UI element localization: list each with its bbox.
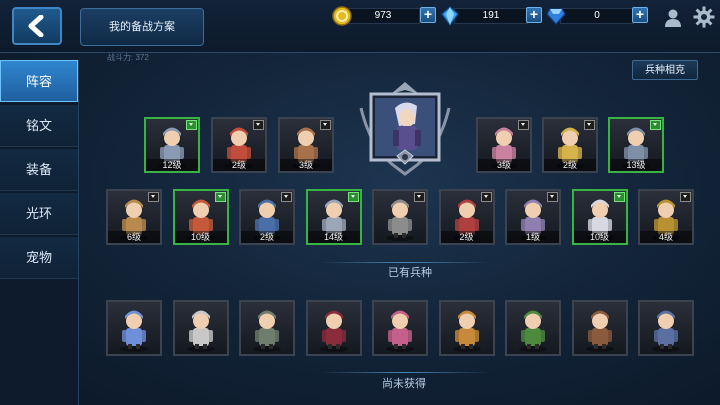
lineup-unit-card[interactable]: 12级 — [144, 117, 200, 173]
gold-amount: 973 — [346, 8, 420, 24]
unit-portrait-icon — [386, 310, 414, 352]
unit-level: 3级 — [478, 159, 530, 171]
expand-badge-icon[interactable] — [148, 192, 159, 202]
unit-portrait-icon — [253, 310, 281, 352]
unowned-unit-card[interactable] — [372, 300, 428, 356]
unit-portrait-icon — [186, 310, 215, 352]
unowned-divider-line — [320, 372, 490, 373]
expand-badge-icon[interactable] — [281, 192, 292, 202]
unowned-unit-card[interactable] — [172, 300, 229, 356]
top-bar: 我的备战方案 973 + 191 + 0 + — [0, 0, 720, 53]
sidebar-item-lineup[interactable]: 阵容 — [0, 60, 78, 102]
owned-unit-card[interactable]: 6级 — [106, 189, 162, 245]
unit-level: 1级 — [507, 231, 559, 243]
lineup-unit-card[interactable]: 2级 — [542, 117, 598, 173]
unowned-unit-card[interactable] — [106, 300, 162, 356]
unit-level: 10级 — [573, 231, 626, 243]
expand-badge-icon[interactable] — [584, 120, 595, 130]
unit-portrait-icon — [652, 310, 680, 352]
crystal-amount: 191 — [454, 8, 528, 24]
unit-level: 2级 — [213, 159, 265, 171]
diamond-amount: 0 — [560, 8, 634, 24]
gold-resource: 973 + — [332, 6, 436, 26]
sidebar-item-pet[interactable]: 宠物 — [0, 237, 78, 279]
user-profile-icon[interactable] — [663, 8, 683, 28]
unowned-unit-card[interactable] — [638, 300, 694, 356]
expand-badge-icon[interactable] — [320, 120, 331, 130]
diamond-resource: 0 + — [546, 7, 650, 25]
unowned-unit-card[interactable] — [305, 300, 362, 356]
unit-portrait-icon — [519, 310, 547, 352]
unit-level: 2级 — [544, 159, 596, 171]
unit-level: 12级 — [146, 159, 198, 171]
unit-level: 14级 — [307, 231, 360, 243]
lineup-unit-card[interactable]: 13级 — [608, 117, 664, 173]
unit-level: 3级 — [280, 159, 332, 171]
crystal-resource: 191 + — [440, 6, 544, 26]
unit-level: 2级 — [241, 231, 293, 243]
expand-badge-icon[interactable] — [480, 192, 492, 202]
back-button[interactable] — [12, 7, 62, 45]
gold-coin-icon — [332, 6, 352, 26]
unowned-unit-card[interactable] — [505, 300, 561, 356]
expand-badge-icon[interactable] — [253, 120, 264, 130]
owned-unit-card[interactable]: 2级 — [438, 189, 495, 245]
lineup-unit-card[interactable]: 2级 — [211, 117, 267, 173]
expand-badge-icon[interactable] — [414, 192, 425, 202]
back-arrow-icon — [28, 15, 44, 37]
owned-unit-card[interactable]: 14级 — [305, 189, 362, 245]
blue-crystal-icon — [441, 6, 459, 26]
expand-badge-icon[interactable] — [650, 120, 661, 130]
sidebar-item-equipment[interactable]: 装备 — [0, 149, 78, 191]
owned-unit-card[interactable]: 4级 — [638, 189, 694, 245]
diamond-icon — [546, 8, 566, 25]
unowned-units-label: 尚未获得 — [382, 378, 426, 390]
my-battle-plan-button[interactable]: 我的备战方案 — [80, 8, 204, 46]
lineup-unit-card[interactable]: 3级 — [278, 117, 334, 173]
unit-portrait-icon — [585, 310, 614, 352]
owned-unit-card[interactable]: 1级 — [505, 189, 561, 245]
owned-unit-card[interactable]: 10级 — [172, 189, 229, 245]
unit-level: 10级 — [174, 231, 227, 243]
owned-units-label: 已有兵种 — [388, 267, 432, 279]
unit-level: 6级 — [108, 231, 160, 243]
hero-frame[interactable] — [357, 80, 453, 176]
expand-badge-icon[interactable] — [680, 192, 691, 202]
left-sidebar: 阵容 铭文 装备 光环 宠物 — [0, 60, 79, 405]
unowned-unit-card[interactable] — [438, 300, 495, 356]
unit-level: 4级 — [640, 231, 692, 243]
sidebar-item-aura[interactable]: 光环 — [0, 193, 78, 235]
owned-unit-card[interactable] — [372, 189, 428, 245]
battle-power-label: 战斗力: 372 — [107, 53, 149, 62]
hero-frame-ornament-icon — [359, 82, 451, 176]
settings-gear-icon[interactable] — [693, 6, 715, 28]
expand-badge-icon[interactable] — [214, 192, 226, 202]
expand-badge-icon[interactable] — [613, 192, 625, 202]
owned-unit-card[interactable]: 10级 — [571, 189, 628, 245]
add-diamond-button[interactable]: + — [632, 7, 648, 23]
owned-divider-line — [320, 262, 490, 263]
owned-unit-card[interactable]: 2级 — [239, 189, 295, 245]
unit-level: 13级 — [610, 159, 662, 171]
lineup-unit-card[interactable]: 3级 — [476, 117, 532, 173]
unit-portrait-icon — [452, 310, 481, 352]
unit-counter-button[interactable]: 兵种相克 — [632, 60, 698, 80]
unit-level: 2级 — [440, 231, 493, 243]
unowned-unit-card[interactable] — [239, 300, 295, 356]
expand-badge-icon[interactable] — [186, 120, 197, 130]
add-gold-button[interactable]: + — [420, 7, 436, 23]
add-crystal-button[interactable]: + — [526, 7, 542, 23]
unit-portrait-icon — [120, 310, 148, 352]
sidebar-item-inscription[interactable]: 铭文 — [0, 105, 78, 147]
unowned-unit-card[interactable] — [571, 300, 628, 356]
expand-badge-icon[interactable] — [347, 192, 359, 202]
expand-badge-icon[interactable] — [547, 192, 558, 202]
expand-badge-icon[interactable] — [518, 120, 529, 130]
unit-portrait-icon — [319, 310, 348, 352]
